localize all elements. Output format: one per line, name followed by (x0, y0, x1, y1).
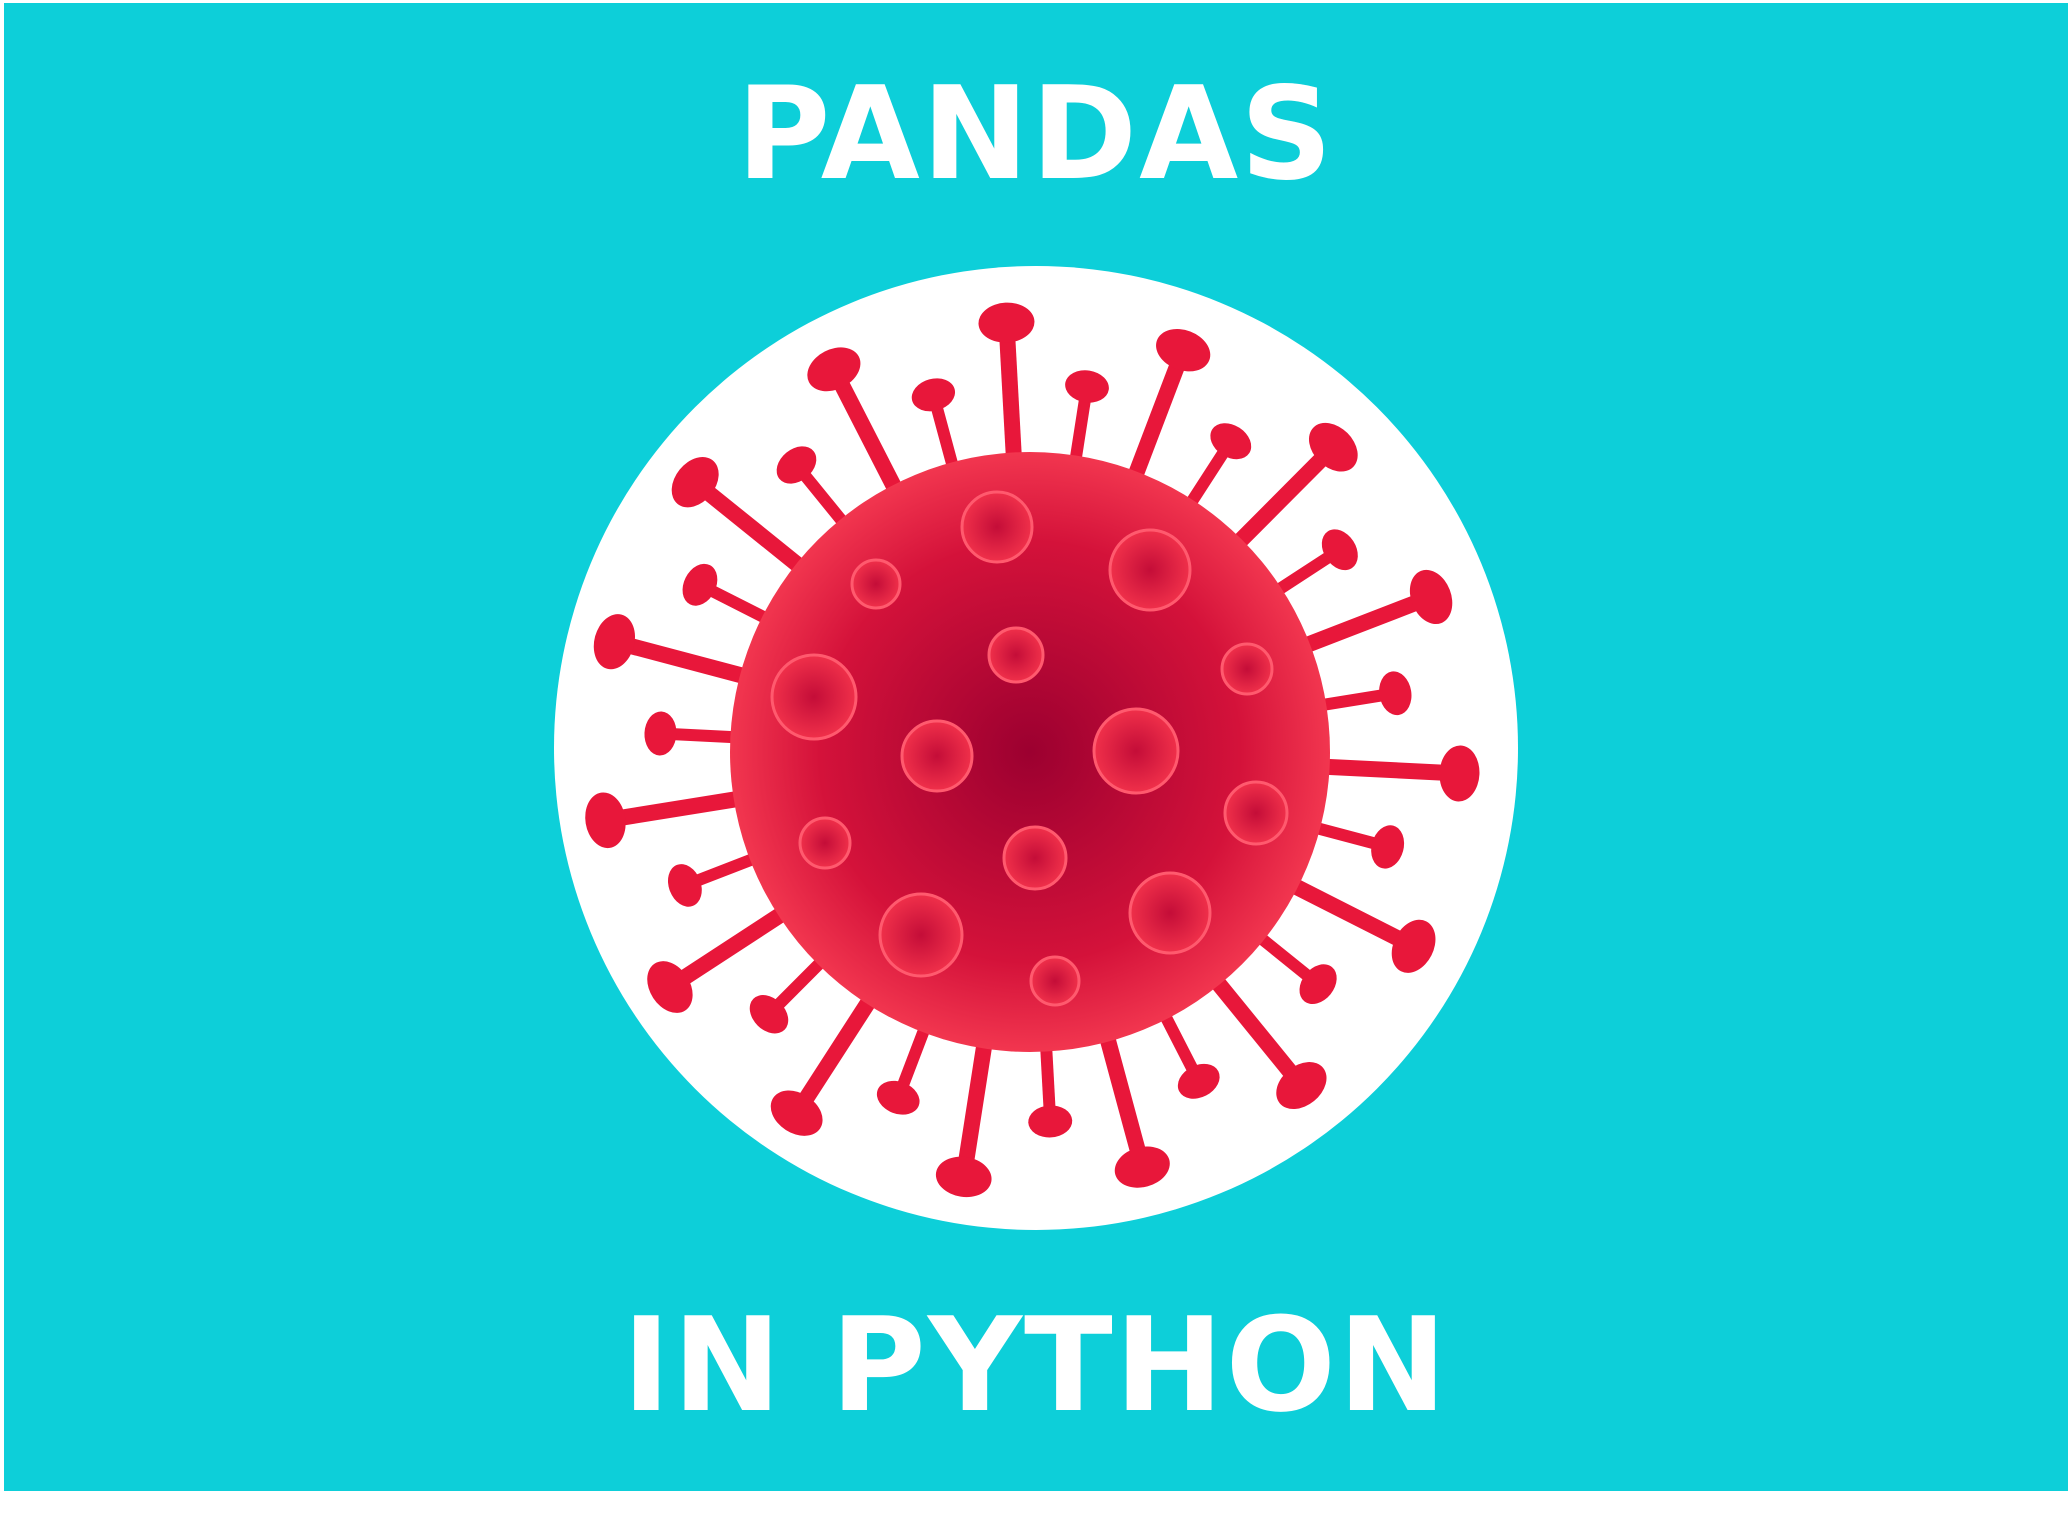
virus-bump (850, 558, 902, 610)
virus-bump (1220, 642, 1274, 696)
virus-bump (1223, 780, 1289, 846)
virus-bump (878, 892, 964, 978)
spike-stalk (999, 332, 1023, 473)
spike-stalk (1309, 758, 1450, 781)
virus-bump (1128, 871, 1212, 955)
title-pandas: PANDAS (736, 60, 1335, 209)
title-in-python: IN PYTHON (622, 1289, 1449, 1441)
virus-bump (987, 626, 1045, 684)
virus-bump (770, 653, 858, 741)
virus-bump (1029, 955, 1081, 1007)
virus-bump (1108, 528, 1192, 612)
virus-bump (1092, 707, 1180, 795)
virus-bump (798, 816, 852, 870)
virus-bump (900, 719, 974, 793)
virus-bump (960, 490, 1034, 564)
virus-bump (1002, 825, 1068, 891)
